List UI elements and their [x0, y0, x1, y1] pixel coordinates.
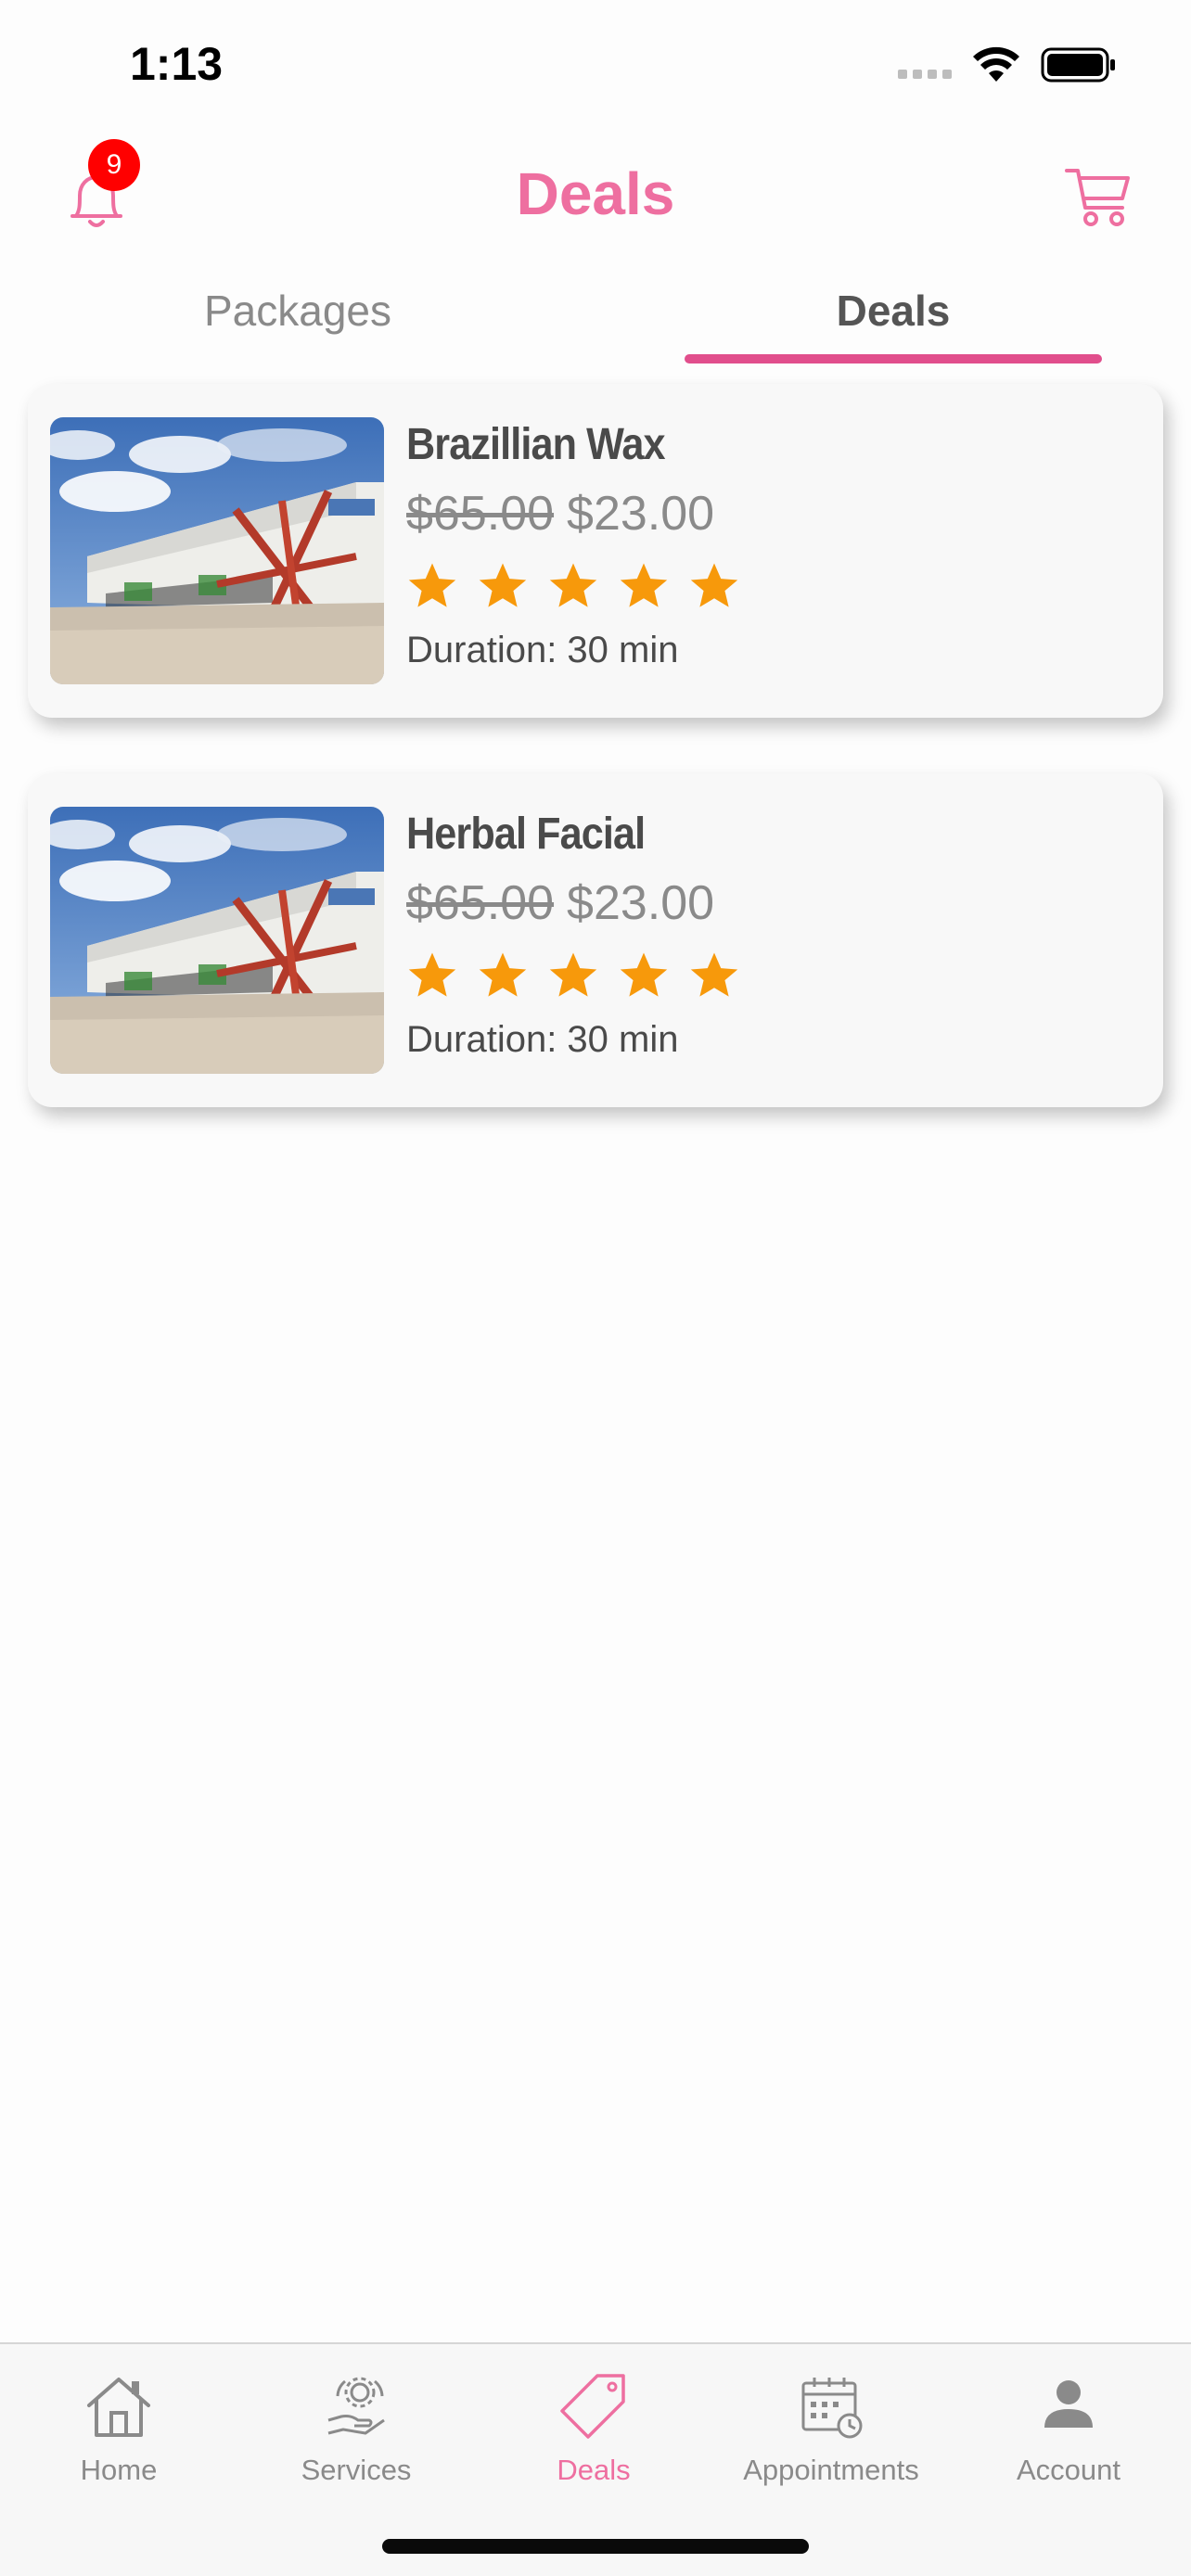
status-icons — [898, 45, 1117, 85]
deal-price: $23.00 — [567, 876, 715, 930]
cellular-signal-icon — [898, 51, 952, 79]
original-price: $65.00 — [406, 487, 555, 541]
rating-stars — [406, 556, 1141, 616]
star-icon — [620, 563, 668, 607]
star-icon — [620, 952, 668, 997]
price-row: $65.00 $23.00 — [406, 486, 1141, 542]
active-tab-indicator — [685, 354, 1102, 363]
tab-services[interactable]: Services — [237, 2368, 475, 2498]
star-icon — [408, 952, 456, 997]
tab-packages[interactable]: Packages — [0, 269, 596, 352]
salon-building-photo — [50, 417, 384, 684]
tab-label: Deals — [557, 2454, 631, 2486]
home-indicator[interactable] — [382, 2539, 809, 2554]
page-title: Deals — [516, 160, 675, 227]
tab-deals-nav[interactable]: Deals — [475, 2368, 712, 2498]
tab-label: Appointments — [743, 2454, 919, 2486]
status-bar: 1:13 — [0, 0, 1191, 130]
status-time: 1:13 — [130, 38, 224, 90]
tab-label: Home — [80, 2454, 158, 2486]
star-icon — [479, 563, 527, 607]
star-icon — [690, 563, 738, 607]
cart-icon[interactable] — [1061, 158, 1135, 232]
original-price: $65.00 — [406, 876, 555, 930]
deal-duration: Duration: 30 min — [406, 1019, 679, 1060]
calendar-icon — [801, 2378, 863, 2439]
tab-home[interactable]: Home — [0, 2368, 237, 2498]
deal-info: Herbal Facial $65.00 $23.00 Duration: 30 … — [406, 807, 1141, 1063]
screen: 1:13 9 Deals Packages Deals Brazillian W… — [0, 0, 1191, 2576]
tab-deals[interactable]: Deals — [596, 269, 1191, 352]
rating-stars — [406, 946, 1141, 1005]
deal-card[interactable]: Herbal Facial $65.00 $23.00 Duration: 30 … — [28, 773, 1163, 1107]
star-icon — [408, 563, 456, 607]
price-row: $65.00 $23.00 — [406, 875, 1141, 931]
star-icon — [549, 952, 597, 997]
person-icon — [1044, 2380, 1093, 2428]
battery-icon — [1041, 47, 1115, 83]
star-icon — [549, 563, 597, 607]
star-icon — [479, 952, 527, 997]
segment-tabs: Packages Deals — [0, 269, 1191, 371]
deal-duration: Duration: 30 min — [406, 630, 679, 670]
star-icon — [690, 952, 738, 997]
tag-icon — [560, 2374, 625, 2439]
deal-image — [50, 807, 384, 1074]
deal-title: Brazillian Wax — [406, 420, 666, 469]
wifi-icon — [973, 46, 1019, 82]
tab-label: Account — [1016, 2454, 1121, 2486]
deal-card[interactable]: Brazillian Wax $65.00 $23.00 Duration: 30… — [28, 384, 1163, 718]
tab-label: Services — [301, 2454, 412, 2486]
deal-title: Herbal Facial — [406, 810, 646, 859]
services-icon — [327, 2377, 385, 2435]
deal-info: Brazillian Wax $65.00 $23.00 Duration: 30… — [406, 417, 1141, 673]
deal-price: $23.00 — [567, 487, 715, 541]
tab-account[interactable]: Account — [950, 2368, 1187, 2498]
tab-appointments[interactable]: Appointments — [712, 2368, 950, 2498]
deal-image — [50, 417, 384, 684]
home-icon — [87, 2378, 150, 2437]
salon-building-photo — [50, 807, 384, 1074]
